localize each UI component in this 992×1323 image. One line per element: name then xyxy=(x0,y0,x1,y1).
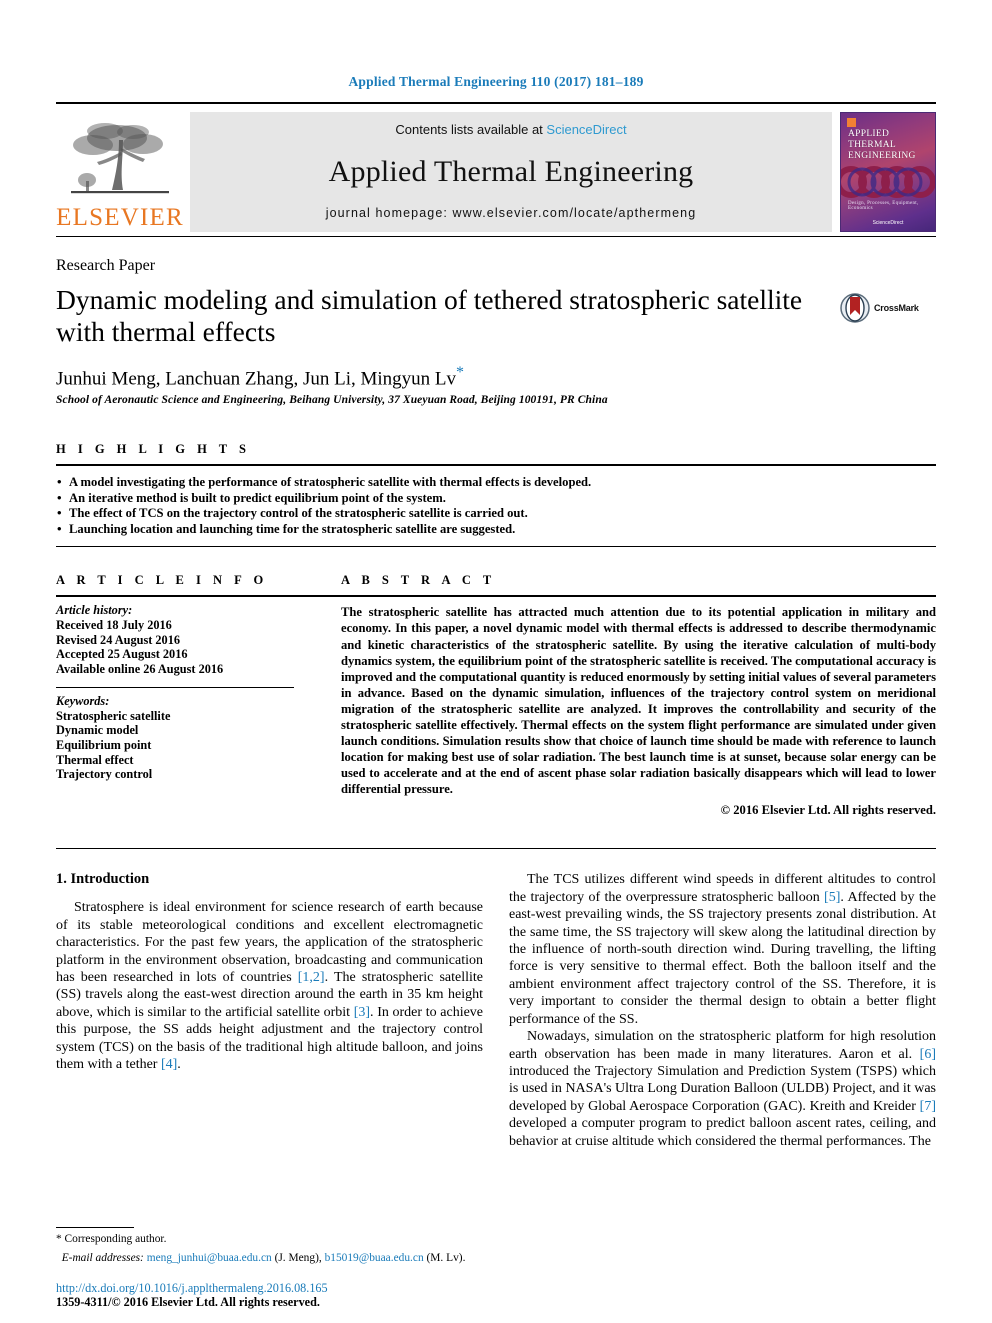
highlights-bottom-rule xyxy=(56,546,936,548)
keywords-label: Keywords: xyxy=(56,693,110,708)
journal-masthead: ELSEVIER Contents lists available at Sci… xyxy=(56,102,936,232)
body-top-rule xyxy=(56,848,936,850)
email-owner-2: (M. Lv). xyxy=(426,1251,466,1264)
running-head: Applied Thermal Engineering 110 (2017) 1… xyxy=(348,74,644,89)
journal-homepage-link[interactable]: journal homepage: www.elsevier.com/locat… xyxy=(326,206,697,220)
abstract-text: The stratospheric satellite has attracte… xyxy=(341,605,936,797)
article-type: Research Paper xyxy=(56,257,156,274)
highlights-section: H I G H L I G H T S A model investigatin… xyxy=(56,442,936,548)
keyword-item: Stratospheric satellite xyxy=(56,708,171,723)
corresponding-author-note: * Corresponding author. xyxy=(56,1233,167,1245)
list-item: An iterative method is built to predict … xyxy=(56,490,936,507)
section-heading-introduction: 1. Introduction xyxy=(56,871,150,888)
keywords-block: Keywords: Stratospheric satellite Dynami… xyxy=(56,694,341,782)
journal-band: Contents lists available at ScienceDirec… xyxy=(190,112,832,232)
footnote-rule xyxy=(56,1227,134,1228)
email-addresses-note: E-mail addresses: meng_junhui@buaa.edu.c… xyxy=(56,1251,476,1266)
info-abstract-row: A R T I C L E I N F O Article history: R… xyxy=(56,573,936,818)
paragraph: Nowadays, simulation on the stratospheri… xyxy=(509,1029,936,1149)
paper-page: Applied Thermal Engineering 110 (2017) 1… xyxy=(0,0,992,1323)
sciencedirect-link[interactable]: ScienceDirect xyxy=(546,122,626,137)
corresponding-author-marker: * xyxy=(456,364,465,381)
cover-footer-text: Design, Processes, Equipment, Economics xyxy=(848,201,919,211)
elsevier-tree-icon xyxy=(71,123,169,194)
list-item: The effect of TCS on the trajectory cont… xyxy=(56,505,936,522)
cover-elsevier-mark xyxy=(847,118,856,127)
highlights-list: A model investigating the performance of… xyxy=(56,474,936,538)
author-names: Junhui Meng, Lanchuan Zhang, Jun Li, Min… xyxy=(56,368,457,390)
issn-copyright: 1359-4311/© 2016 Elsevier Ltd. All right… xyxy=(56,1295,320,1309)
journal-cover-thumbnail: APPLIED THERMAL ENGINEERING Design, Proc… xyxy=(840,112,936,232)
highlights-top-rule xyxy=(56,464,936,467)
page-title: Dynamic modeling and simulation of tethe… xyxy=(56,284,803,347)
elsevier-wordmark: ELSEVIER xyxy=(56,204,184,231)
paragraph: Stratosphere is ideal environment for sc… xyxy=(56,900,484,1073)
crossmark-icon xyxy=(840,293,870,323)
doi-link[interactable]: http://dx.doi.org/10.1016/j.applthermale… xyxy=(56,1281,526,1295)
keyword-item: Equilibrium point xyxy=(56,737,152,752)
journal-title: Applied Thermal Engineering xyxy=(328,154,694,188)
footnote-block: * Corresponding author. E-mail addresses… xyxy=(56,1227,476,1265)
history-item: Available online 26 August 2016 xyxy=(56,662,224,677)
list-item: Launching location and launching time fo… xyxy=(56,521,936,538)
cover-footer-text2: ScienceDirect xyxy=(872,220,904,226)
email-link-1[interactable]: meng_junhui@buaa.edu.cn xyxy=(147,1252,272,1264)
history-item: Received 18 July 2016 xyxy=(56,618,172,633)
abstract-copyright: © 2016 Elsevier Ltd. All rights reserved… xyxy=(720,803,936,818)
body-column-right: The TCS utilizes different wind speeds i… xyxy=(509,871,936,1150)
cover-rings-graphic xyxy=(841,166,935,198)
cover-title: APPLIED THERMAL ENGINEERING xyxy=(848,129,916,162)
email-link-2[interactable]: b15019@buaa.edu.cn xyxy=(325,1252,424,1264)
footer-block: http://dx.doi.org/10.1016/j.applthermale… xyxy=(56,1281,526,1309)
keywords-divider-rule xyxy=(56,686,294,688)
article-history-block: Article history: Received 18 July 2016 R… xyxy=(56,603,341,677)
email-owner-1: (J. Meng), xyxy=(274,1251,322,1264)
abstract-heading: A B S T R A C T xyxy=(341,573,496,588)
author-list: Junhui Meng, Lanchuan Zhang, Jun Li, Min… xyxy=(56,364,936,390)
cover-title-line3: ENGINEERING xyxy=(848,151,916,161)
abstract-top-rule xyxy=(341,595,936,598)
contents-prefix: Contents lists available at xyxy=(395,122,547,137)
article-history-label: Article history: xyxy=(56,603,133,618)
keyword-item: Thermal effect xyxy=(56,752,134,767)
history-item: Revised 24 August 2016 xyxy=(56,632,181,647)
affiliation: School of Aeronautic Science and Enginee… xyxy=(56,394,608,407)
highlights-heading: H I G H L I G H T S xyxy=(56,442,251,457)
paragraph: The TCS utilizes different wind speeds i… xyxy=(509,872,936,1027)
masthead-bottom-rule xyxy=(56,236,936,237)
body-column-left: 1. Introduction Stratosphere is ideal en… xyxy=(56,871,483,1150)
crossmark-badge[interactable]: CrossMark xyxy=(840,293,936,323)
history-item: Accepted 25 August 2016 xyxy=(56,647,188,662)
list-item: A model investigating the performance of… xyxy=(56,474,936,491)
keyword-item: Trajectory control xyxy=(56,767,153,782)
contents-available-line: Contents lists available at ScienceDirec… xyxy=(395,122,626,137)
elsevier-logo: ELSEVIER xyxy=(56,112,184,232)
crossmark-label: CrossMark xyxy=(874,303,919,313)
keyword-item: Dynamic model xyxy=(56,723,139,738)
cover-title-line1: APPLIED xyxy=(848,129,890,139)
abstract-column: A B S T R A C T The stratospheric satell… xyxy=(341,573,936,818)
article-info-top-rule xyxy=(56,595,341,598)
title-row: Dynamic modeling and simulation of tethe… xyxy=(56,275,936,348)
article-info-heading: A R T I C L E I N F O xyxy=(56,573,268,588)
email-label: E-mail addresses: xyxy=(61,1251,144,1264)
body-columns: 1. Introduction Stratosphere is ideal en… xyxy=(56,871,936,1150)
cover-title-line2: THERMAL xyxy=(848,140,897,150)
article-info-column: A R T I C L E I N F O Article history: R… xyxy=(56,573,341,818)
